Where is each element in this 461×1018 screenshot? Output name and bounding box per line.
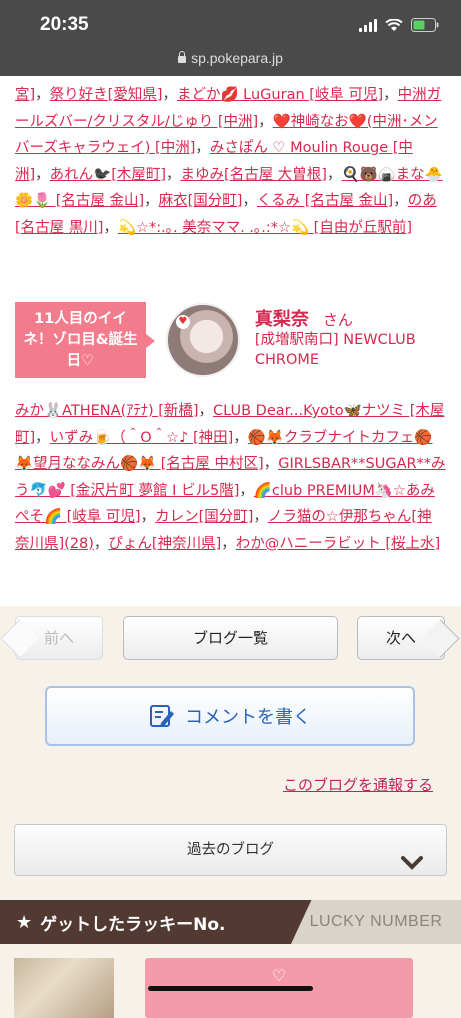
liked-user-link[interactable]: 宮]	[15, 87, 35, 103]
separator: ，	[144, 193, 159, 209]
separator: ，	[162, 87, 178, 103]
separator: ，	[242, 193, 257, 209]
liked-user-link[interactable]: ぴょん[神奈川県]	[108, 536, 221, 552]
separator: ，	[140, 509, 156, 525]
separator: ，	[195, 140, 210, 156]
avatar[interactable]: ♥	[165, 303, 240, 377]
lucky-number-body: ♡	[0, 944, 461, 1018]
separator: ，	[35, 166, 50, 183]
separator: ，	[93, 535, 109, 552]
heart-icon: ♡	[271, 966, 287, 985]
status-bar: 20:35 sp.pokepara.jp	[0, 0, 461, 76]
home-indicator	[148, 986, 313, 991]
separator: ，	[253, 509, 268, 525]
liked-user-link[interactable]: 麻衣[国分町]	[159, 193, 243, 209]
milestone-badge: 11人目のイイネ！ゾロ目&誕生日♡	[15, 302, 155, 378]
liked-user-link[interactable]: あれん🐦‍⬛[木屋町]	[50, 167, 166, 183]
write-comment-label: コメントを書く	[185, 707, 311, 728]
separator: ，	[198, 403, 214, 419]
lucky-number-header: ★ ゲットしたラッキーNo. LUCKY NUMBER	[0, 900, 461, 944]
separator: ，	[233, 429, 248, 446]
featured-user-name[interactable]: 真梨奈	[255, 309, 309, 330]
chevron-down-icon	[400, 842, 424, 892]
liked-user-link[interactable]: まどか💋 LuGuran [岐阜 可児]	[177, 87, 383, 103]
liked-user-link[interactable]: わか@ハニーラビット [桜上水]	[236, 536, 440, 552]
separator: ，	[263, 456, 279, 472]
separator: ，	[221, 535, 236, 552]
featured-user-info: 真梨奈 さん [成増駅南口] NEWCLUB CHROME	[255, 310, 447, 370]
separator: ，	[239, 482, 254, 499]
separator: ，	[35, 429, 50, 446]
separator: ，	[383, 87, 398, 103]
blog-list-label: ブログ一覧	[192, 629, 268, 647]
lucky-number-title: ゲットしたラッキーNo.	[40, 914, 226, 935]
next-button[interactable]: 次へ	[357, 616, 445, 660]
separator: ，	[35, 87, 50, 103]
separator: ，	[393, 193, 408, 209]
likes-list-top: 宮]，祭り好き[愛知県]，まどか💋 LuGuran [岐阜 可児]，中洲ガールズ…	[15, 76, 446, 285]
separator: ，	[326, 166, 342, 183]
blog-nav: 前へ ブログ一覧 次へ	[0, 616, 461, 666]
next-label: 次へ	[385, 629, 416, 647]
blog-likes-section: 宮]，祭り好き[愛知県]，まどか💋 LuGuran [岐阜 可児]，中洲ガールズ…	[0, 76, 461, 606]
lucky-thumbnail[interactable]	[14, 958, 114, 1018]
prev-button[interactable]: 前へ	[15, 616, 103, 660]
write-comment-button[interactable]: コメントを書く	[45, 686, 415, 746]
clock: 20:35	[40, 14, 89, 35]
blog-list-button[interactable]: ブログ一覧	[123, 616, 338, 660]
separator: ，	[258, 113, 273, 130]
honorific: さん	[322, 311, 353, 329]
liked-user-link[interactable]: いずみ🍺（＾O＾☆♪ [神田]	[50, 430, 234, 446]
featured-like-card[interactable]: 11人目のイイネ！ゾロ目&誕生日♡ ♥ 真梨奈 さん [成増駅南口] NEWCLU…	[15, 300, 447, 380]
past-blog-dropdown[interactable]: 過去のブログ	[14, 824, 447, 876]
battery-icon	[411, 18, 439, 32]
liked-user-link[interactable]: くるみ [名古屋 金山]	[257, 193, 393, 209]
url-text: sp.pokepara.jp	[191, 50, 283, 66]
pencil-note-icon	[149, 703, 175, 729]
signal-icon	[359, 18, 377, 32]
separator: ，	[103, 219, 118, 236]
status-icons	[359, 18, 439, 32]
liked-user-link[interactable]: 💫☆*:.｡. 美奈ママ. .｡.:*☆💫 [自由が丘駅前]	[118, 220, 412, 236]
liked-user-link[interactable]: みか🐰ATHENA(ｱﾃﾅ) [新橋]	[15, 403, 199, 419]
lucky-number-subtitle: LUCKY NUMBER	[291, 900, 461, 944]
star-icon: ★	[16, 911, 33, 933]
past-blog-label: 過去のブログ	[187, 842, 274, 858]
liked-user-link[interactable]: まゆみ[名古屋 大曽根]	[181, 167, 327, 183]
liked-user-link[interactable]: 祭り好き[愛知県]	[50, 87, 163, 103]
featured-user-shop[interactable]: [成増駅南口] NEWCLUB CHROME	[255, 330, 447, 370]
report-blog-link[interactable]: このブログを通報する	[283, 774, 433, 795]
heart-icon: ♥	[175, 315, 190, 329]
prev-label: 前へ	[43, 629, 74, 647]
lock-icon	[178, 51, 187, 63]
wifi-icon	[385, 18, 403, 32]
likes-list-bottom: みか🐰ATHENA(ｱﾃﾅ) [新橋]，CLUB Dear...Kyoto🦋ナツ…	[15, 392, 446, 557]
liked-user-link[interactable]: カレン[国分町]	[155, 509, 253, 525]
separator: ，	[166, 166, 181, 183]
address-bar[interactable]: sp.pokepara.jp	[0, 50, 461, 66]
